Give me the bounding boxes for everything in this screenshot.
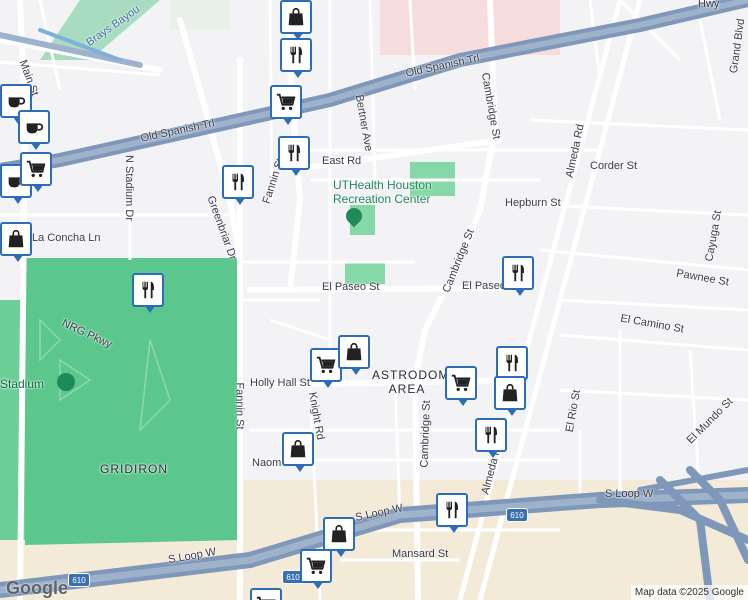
shopping-bag-icon[interactable]: [323, 517, 355, 557]
street-label: Holly Hall St: [250, 377, 310, 389]
shopping-bag-icon[interactable]: [0, 222, 32, 262]
stadium-icon[interactable]: [57, 373, 75, 391]
map-attribution[interactable]: Map data ©2025 Google: [630, 585, 748, 600]
google-logo: Google: [6, 578, 68, 598]
shopping-cart-icon[interactable]: [250, 588, 282, 600]
map-canvas[interactable]: Old Spanish Trl Old Spanish Trl Cambridg…: [0, 0, 748, 600]
shopping-cart-icon[interactable]: [270, 85, 302, 125]
shopping-bag-icon[interactable]: [282, 432, 314, 472]
street-label: Fannin St: [233, 382, 246, 430]
street-label: Hwy: [698, 0, 720, 10]
highway-shield-icon: 610: [68, 573, 90, 587]
shopping-cart-icon[interactable]: [20, 152, 52, 192]
street-label: Mansard St: [392, 548, 449, 560]
street-label: Naom: [252, 457, 282, 469]
shopping-bag-icon[interactable]: [280, 0, 312, 40]
street-label: East Rd: [322, 155, 362, 167]
restaurant-icon[interactable]: [475, 418, 507, 458]
restaurant-icon[interactable]: [278, 136, 310, 176]
street-label: El Paseo St: [322, 281, 380, 293]
highway-shield-icon: 610: [506, 508, 528, 522]
recreation-center-label[interactable]: UTHealth Houston Recreation Center: [333, 178, 453, 206]
restaurant-icon[interactable]: [132, 273, 164, 313]
restaurant-icon[interactable]: [280, 38, 312, 78]
area-label: GRIDIRON: [100, 462, 168, 476]
restaurant-icon[interactable]: [502, 256, 534, 296]
shopping-bag-icon[interactable]: [494, 376, 526, 416]
restaurant-icon[interactable]: [436, 493, 468, 533]
restaurant-icon[interactable]: [222, 165, 254, 205]
street-label: La Concha Ln: [32, 232, 101, 244]
restaurant-icon[interactable]: [496, 346, 528, 386]
coffee-icon[interactable]: [18, 110, 50, 150]
street-label: Cambridge St: [418, 400, 433, 468]
shopping-bag-icon[interactable]: [338, 335, 370, 375]
stadium-label[interactable]: Stadium: [0, 377, 44, 391]
street-label: N Stadium Dr: [123, 154, 136, 222]
street-label: S Loop W: [605, 488, 654, 500]
street-label: Corder St: [590, 160, 638, 172]
shopping-cart-icon[interactable]: [300, 549, 332, 589]
shopping-cart-icon[interactable]: [445, 366, 477, 406]
street-label: Hepburn St: [505, 197, 561, 209]
area-label: ASTRODOME AREA: [372, 368, 459, 396]
